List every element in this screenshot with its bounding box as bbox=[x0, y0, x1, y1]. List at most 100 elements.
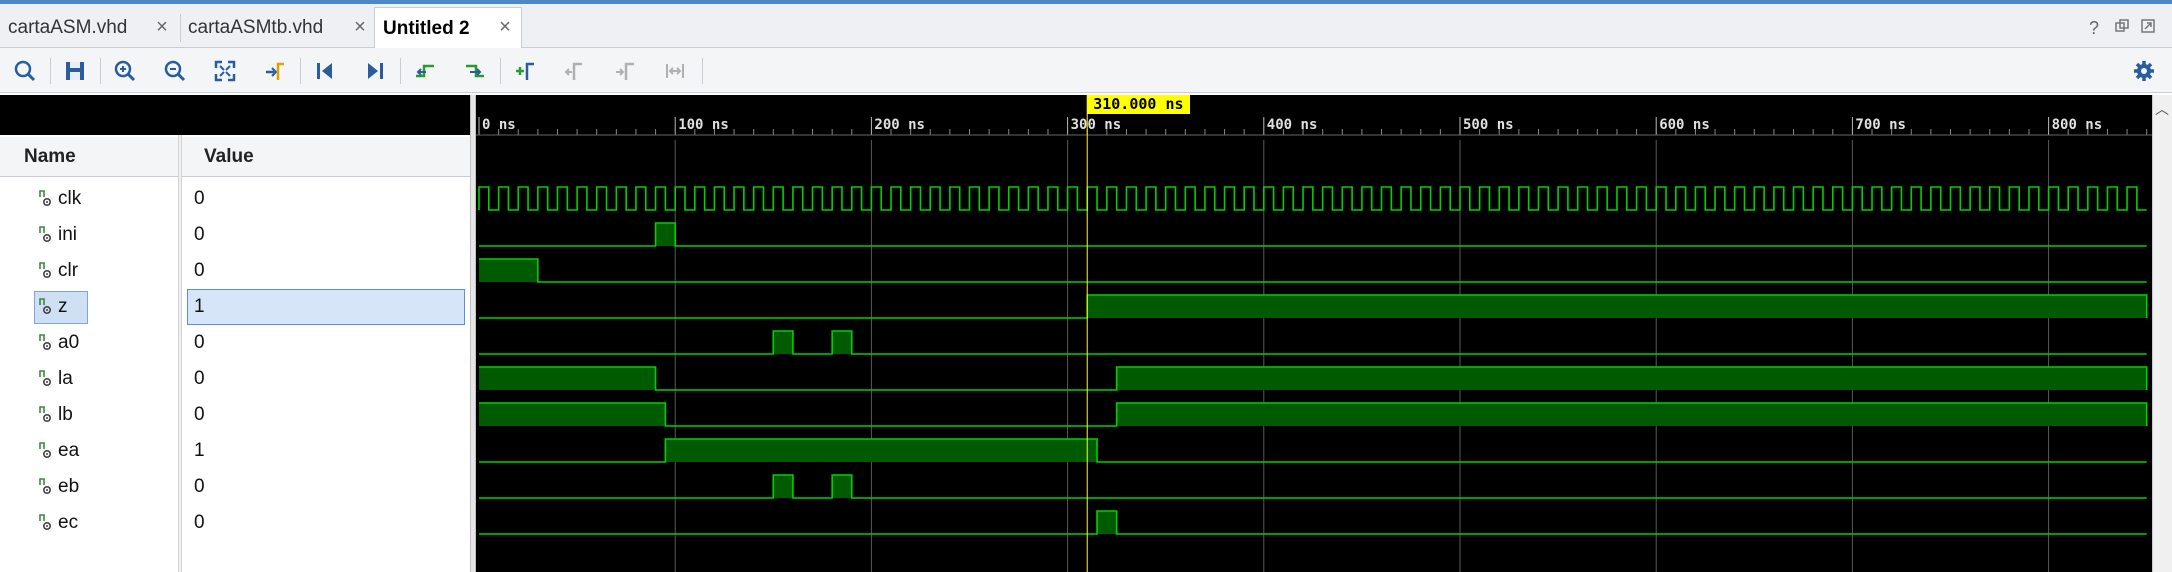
signal-port-icon bbox=[39, 514, 52, 531]
signal-port-icon bbox=[39, 298, 52, 315]
signal-row-ini[interactable]: ini bbox=[0, 217, 178, 253]
value-column-header[interactable]: Value bbox=[182, 137, 470, 177]
waveform-a0 bbox=[479, 330, 2147, 355]
waveform-ec bbox=[479, 510, 2147, 535]
search-icon[interactable] bbox=[8, 55, 42, 87]
signal-value: 1 bbox=[194, 440, 205, 461]
signal-value-eb[interactable]: 0 bbox=[182, 469, 470, 505]
add-marker-icon[interactable] bbox=[508, 55, 542, 87]
signal-value: 0 bbox=[194, 476, 205, 497]
signal-value: 0 bbox=[194, 260, 205, 281]
signal-row-lb[interactable]: lb bbox=[0, 397, 178, 433]
scroll-up-icon[interactable]: ︿ bbox=[2155, 99, 2169, 119]
maximize-icon[interactable] bbox=[2137, 18, 2159, 39]
waveform-clk bbox=[478, 186, 2147, 211]
cursor-time-label[interactable]: 310.000 ns bbox=[1087, 95, 1190, 114]
tab-untitled-2[interactable]: Untitled 2 × bbox=[374, 7, 522, 49]
signal-port-icon bbox=[39, 406, 52, 423]
signal-value: 0 bbox=[194, 224, 205, 245]
signal-value-clk[interactable]: 0 bbox=[182, 181, 470, 217]
signal-port-icon bbox=[39, 442, 52, 459]
previous-marker-icon bbox=[558, 55, 592, 87]
save-icon[interactable] bbox=[58, 55, 92, 87]
waveform-toolbar bbox=[0, 48, 2172, 93]
zoom-fit-icon[interactable] bbox=[208, 55, 242, 87]
tab-label: cartaASMtb.vhd bbox=[188, 17, 324, 38]
close-icon[interactable]: × bbox=[495, 17, 515, 37]
name-column-label: Name bbox=[24, 145, 76, 167]
restore-icon[interactable] bbox=[2111, 18, 2133, 39]
zoom-out-icon[interactable] bbox=[158, 55, 192, 87]
waveform-high-segment bbox=[1087, 295, 2147, 318]
signal-port-icon bbox=[39, 370, 52, 387]
waveform-eb bbox=[479, 474, 2147, 499]
zoom-in-icon[interactable] bbox=[108, 55, 142, 87]
signal-value-clr[interactable]: 0 bbox=[182, 253, 470, 289]
waveform-high-segment bbox=[655, 223, 676, 246]
signal-value-z[interactable]: 1 bbox=[182, 289, 470, 325]
signal-name: lb bbox=[58, 404, 73, 425]
signal-name: ec bbox=[58, 512, 79, 533]
signal-name: a0 bbox=[58, 332, 80, 353]
tick-label: 800 ns bbox=[2052, 117, 2103, 133]
signal-value-ec[interactable]: 0 bbox=[182, 505, 470, 541]
signal-row-clr[interactable]: clr bbox=[0, 253, 178, 289]
waveform-canvas[interactable]: 0 ns 100 ns 200 ns 300 ns 400 ns 500 ns 600 ns… bbox=[476, 95, 2152, 572]
signal-port-icon bbox=[39, 226, 52, 243]
signal-value-lb[interactable]: 0 bbox=[182, 397, 470, 433]
waveform-ini bbox=[479, 222, 2147, 247]
signal-row-la[interactable]: la bbox=[0, 361, 178, 397]
signal-value-a0[interactable]: 0 bbox=[182, 325, 470, 361]
signal-row-eb[interactable]: eb bbox=[0, 469, 178, 505]
signal-row-ea[interactable]: ea bbox=[0, 433, 178, 469]
previous-transition-icon[interactable] bbox=[408, 55, 442, 87]
waveform-high-segment bbox=[1097, 511, 1117, 534]
signal-port-icon bbox=[39, 190, 52, 207]
go-to-cursor-icon[interactable] bbox=[258, 55, 292, 87]
vertical-scrollbar[interactable]: ︿ bbox=[2152, 95, 2172, 572]
waveform-clr bbox=[479, 258, 2147, 283]
help-icon[interactable]: ? bbox=[2083, 18, 2105, 39]
tab-cartaasmtb-vhd[interactable]: cartaASMtb.vhd × bbox=[180, 8, 376, 48]
signal-row-ec[interactable]: ec bbox=[0, 505, 178, 541]
cursor-header-strip bbox=[0, 95, 470, 135]
next-transition-icon[interactable] bbox=[458, 55, 492, 87]
signal-port-icon bbox=[39, 262, 52, 279]
signal-row-z[interactable]: z bbox=[0, 289, 178, 325]
tick-label: 400 ns bbox=[1267, 117, 1318, 133]
signal-value-ini[interactable]: 0 bbox=[182, 217, 470, 253]
go-to-end-icon[interactable] bbox=[358, 55, 392, 87]
signal-name: eb bbox=[58, 476, 80, 497]
tab-bar: cartaASM.vhd × cartaASMtb.vhd × Untitled… bbox=[0, 4, 2172, 49]
name-column-header[interactable]: Name bbox=[0, 137, 178, 177]
waveform-high-segment bbox=[665, 439, 1098, 462]
settings-icon[interactable] bbox=[2127, 55, 2161, 87]
signal-row-clk[interactable]: clk bbox=[0, 181, 178, 217]
signal-port-icon bbox=[39, 478, 52, 495]
signal-port-icon bbox=[39, 334, 52, 351]
toolbar-separator bbox=[702, 58, 703, 84]
tab-cartaasm-vhd[interactable]: cartaASM.vhd × bbox=[0, 8, 178, 48]
waveform-high-segment bbox=[479, 403, 666, 426]
tab-label: Untitled 2 bbox=[383, 17, 470, 39]
go-to-start-icon[interactable] bbox=[308, 55, 342, 87]
waveform-high-segment bbox=[832, 475, 852, 498]
tick-label: 700 ns bbox=[1855, 117, 1906, 133]
tick-label: 100 ns bbox=[678, 117, 729, 133]
signal-name: ea bbox=[58, 440, 80, 461]
close-icon[interactable]: × bbox=[350, 17, 370, 37]
waveform-high-segment bbox=[1116, 367, 2147, 390]
waveform-high-segment bbox=[773, 331, 793, 354]
waveform-high-segment bbox=[1116, 403, 2147, 426]
next-marker-icon bbox=[608, 55, 642, 87]
close-icon[interactable]: × bbox=[152, 17, 172, 37]
toolbar-separator bbox=[400, 58, 401, 84]
tick-label: 300 ns bbox=[1071, 117, 1122, 133]
signal-row-a0[interactable]: a0 bbox=[0, 325, 178, 361]
tick-label: 200 ns bbox=[874, 117, 925, 133]
signal-name: z bbox=[58, 296, 68, 317]
signal-value: 0 bbox=[194, 332, 205, 353]
value-column-label: Value bbox=[204, 145, 254, 167]
signal-value-ea[interactable]: 1 bbox=[182, 433, 470, 469]
signal-value-la[interactable]: 0 bbox=[182, 361, 470, 397]
